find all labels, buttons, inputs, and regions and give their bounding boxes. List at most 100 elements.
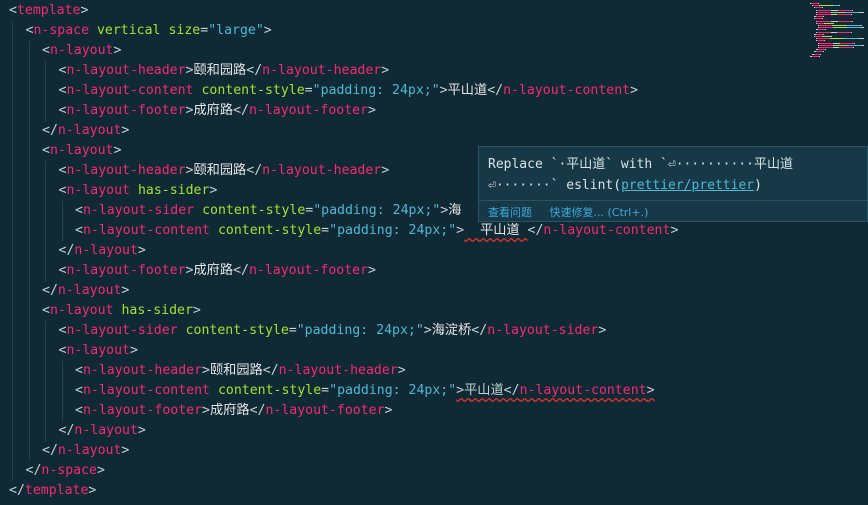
hover-message-line2: ⏎·······` eslint( (488, 178, 622, 193)
code-line[interactable]: </template> (9, 481, 96, 501)
code-token: > (185, 103, 194, 118)
view-problem-link[interactable]: 查看问题 (488, 206, 532, 219)
minimap-mark (819, 42, 833, 44)
code-line[interactable]: </n-layout> (59, 241, 146, 261)
minimap-mark (818, 3, 819, 4)
code-line[interactable]: <n-layout-sider content-style="padding: … (75, 201, 461, 221)
code-line[interactable]: <n-layout> (42, 141, 121, 161)
indent-guide (45, 161, 46, 281)
code-token: > (137, 423, 146, 438)
code-token: > (88, 483, 97, 498)
code-token: n-layout-header (262, 63, 382, 78)
code-token: > (121, 283, 130, 298)
code-line[interactable]: </n-layout> (42, 281, 129, 301)
code-editor[interactable]: <template> <n-space vertical size="large"… (0, 0, 868, 505)
code-line[interactable]: <n-layout-sider content-style="padding: … (59, 321, 607, 341)
code-token: n-layout-content (543, 223, 671, 238)
minimap-mark (817, 20, 831, 22)
minimap-mark (833, 22, 834, 24)
code-token: </ (233, 103, 249, 118)
code-line[interactable]: <n-layout-content content-style="padding… (59, 81, 639, 101)
minimap-mark (837, 14, 851, 15)
minimap-mark (817, 40, 824, 42)
code-token: n-layout-header (82, 363, 203, 378)
code-token: </ (249, 403, 266, 418)
code-token: < (42, 43, 50, 58)
indent-guide (12, 21, 13, 481)
code-line[interactable]: </n-layout> (59, 421, 146, 441)
code-token: n-layout (57, 123, 122, 138)
code-line[interactable]: <n-layout-header>颐和园路</n-layout-header> (59, 161, 390, 181)
code-line[interactable]: <n-layout-footer>成府路</n-layout-footer> (75, 401, 393, 421)
code-token: n-layout (49, 143, 114, 158)
minimap-mark (819, 27, 833, 29)
code-token: >平山道</ (456, 383, 520, 398)
minimap[interactable] (806, 0, 868, 65)
code-line[interactable]: <n-layout has-sider> (42, 301, 201, 321)
code-token: > (646, 383, 655, 398)
code-token: n-layout-footer (82, 403, 203, 418)
code-token: template (24, 483, 89, 498)
code-token: < (42, 303, 50, 318)
code-token: > (192, 303, 201, 318)
code-token: </ (262, 363, 279, 378)
code-token: 海淀桥 (431, 323, 472, 338)
minimap-mark (831, 36, 832, 37)
code-line[interactable]: </n-space> (26, 461, 105, 481)
minimap-mark (817, 38, 830, 40)
code-line[interactable]: <n-layout has-sider> (59, 181, 218, 201)
minimap-mark (840, 42, 854, 44)
minimap-mark (820, 53, 821, 55)
code-line[interactable]: </n-layout> (42, 121, 129, 141)
code-token: > (202, 363, 210, 378)
code-token: > (368, 103, 376, 118)
code-line[interactable]: <n-space vertical size="large"> (26, 21, 272, 41)
minimap-mark (837, 31, 851, 33)
minimap-mark (845, 11, 859, 13)
code-token: n-layout-content (66, 83, 194, 98)
minimap-mark (851, 31, 852, 33)
minimap-mark (819, 47, 833, 48)
code-token: > (113, 143, 122, 158)
code-token: "padding: 24px;" (329, 223, 457, 238)
code-line[interactable]: <n-layout-header>颐和园路</n-layout-header> (75, 361, 406, 381)
code-token: n-layout-content (82, 383, 210, 398)
code-token: > (137, 243, 146, 258)
code-token: "padding: 24px;" (312, 83, 440, 98)
code-line[interactable]: <n-layout-footer>成府路</n-layout-footer> (59, 261, 377, 281)
rule-link[interactable]: prettier/prettier (621, 178, 754, 193)
code-token: = (321, 223, 330, 238)
code-token: </ (58, 243, 75, 258)
code-line[interactable]: <n-layout-content content-style="padding… (75, 221, 678, 241)
code-token: n-layout-content (503, 83, 631, 98)
code-line[interactable]: <n-layout> (42, 41, 121, 61)
code-token: </ (246, 163, 263, 178)
code-line[interactable]: </n-layout> (42, 441, 129, 461)
code-token: 颐和园路 (193, 163, 247, 178)
minimap-mark (851, 14, 852, 15)
minimap-mark (863, 11, 864, 13)
minimap-mark (847, 27, 861, 29)
code-token: content-style (202, 203, 306, 218)
minimap-mark (817, 14, 831, 15)
code-line[interactable]: <n-layout-footer>成府路</n-layout-footer> (59, 101, 377, 121)
minimap-mark (812, 55, 819, 57)
quick-fix-link[interactable]: 快速修复... (Ctrl+.) (550, 206, 649, 219)
minimap-mark (853, 47, 854, 48)
code-line[interactable]: <template> (9, 1, 88, 21)
code-token: 成府路 (193, 103, 234, 118)
code-token: = (200, 23, 209, 38)
code-line[interactable]: <n-layout> (59, 341, 138, 361)
code-token: > (80, 3, 89, 18)
code-token: n-layout-footer (248, 263, 369, 278)
code-line[interactable]: <n-layout-content content-style="padding… (75, 381, 655, 401)
code-line[interactable]: <n-layout-header>颐和园路</n-layout-header> (59, 61, 390, 81)
minimap-mark (817, 9, 831, 11)
code-token: > (456, 223, 465, 238)
minimap-mark (839, 5, 840, 7)
code-token: = (304, 83, 313, 98)
